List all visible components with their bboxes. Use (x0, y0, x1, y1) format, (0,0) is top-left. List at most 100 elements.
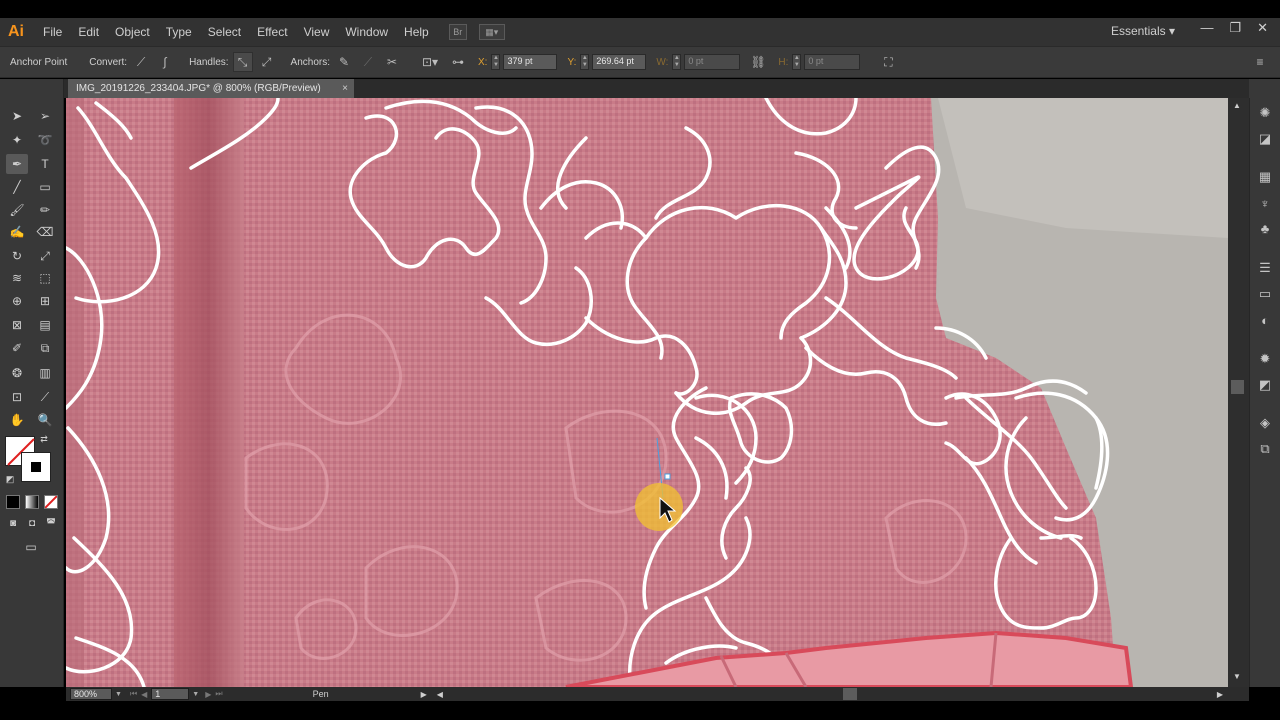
x-stepper[interactable]: ▲ ▼ (491, 54, 501, 70)
document-tab[interactable]: IMG_20191226_233404.JPG* @ 800% (RGB/Pre… (68, 79, 354, 98)
artboard-dropdown-icon[interactable]: ▼ (192, 691, 199, 698)
show-handles-icon[interactable]: ⤡ (232, 52, 253, 72)
workspace-switcher[interactable]: Essentials ▾ (1111, 24, 1175, 38)
pen-tool-icon[interactable]: ✒ (6, 154, 28, 174)
screen-mode-icon[interactable]: ▭ (19, 539, 43, 555)
line-tool-icon[interactable]: ╱ (6, 177, 28, 197)
type-tool-icon[interactable]: T (34, 154, 56, 174)
graphic-styles-icon[interactable]: ◩ (1256, 376, 1274, 394)
symbols-icon[interactable]: ♣ (1256, 219, 1274, 237)
artboard-field[interactable]: 1 (151, 688, 190, 700)
h-input[interactable]: 0 pt (804, 54, 861, 70)
previous-artboard-icon[interactable]: ◀ (141, 690, 147, 699)
draw-normal-icon[interactable]: ◙ (5, 515, 21, 531)
minimize-icon[interactable]: — (1200, 20, 1213, 36)
menu-help[interactable]: Help (396, 25, 437, 39)
vertical-scrollbar[interactable]: ▲ ▼ (1228, 98, 1249, 687)
draw-inside-icon[interactable]: ◚ (43, 515, 59, 531)
eyedropper-tool-icon[interactable]: ✐ (6, 338, 28, 358)
arrange-documents-icon[interactable]: ▦▾ (478, 24, 505, 40)
convert-to-smooth-icon[interactable]: ∫ (155, 52, 175, 72)
eraser-tool-icon[interactable]: ⌫ (34, 222, 56, 242)
shape-builder-tool-icon[interactable]: ⊕ (6, 291, 28, 311)
brushes-icon[interactable]: ♆ (1256, 194, 1274, 212)
menu-view[interactable]: View (296, 25, 338, 39)
paintbrush-tool-icon[interactable]: 🖌 (6, 200, 28, 220)
symbol-sprayer-tool-icon[interactable]: ❂ (6, 363, 28, 383)
color-mode-icon[interactable] (6, 495, 20, 509)
none-mode-icon[interactable] (44, 495, 58, 509)
draw-behind-icon[interactable]: ◘ (24, 515, 40, 531)
color-icon[interactable]: ◪ (1256, 130, 1274, 148)
constrain-proportions-icon[interactable]: ⛓ (748, 52, 768, 72)
panel-menu-icon[interactable]: ≡ (1250, 52, 1270, 72)
close-icon[interactable]: ✕ (1257, 20, 1268, 36)
width-tool-icon[interactable]: ≋ (6, 268, 28, 288)
zoom-dropdown-icon[interactable]: ▼ (115, 691, 122, 698)
scroll-left-icon[interactable]: ◀ (437, 690, 443, 699)
layers-icon[interactable]: ◈ (1256, 414, 1274, 432)
menu-effect[interactable]: Effect (249, 25, 295, 39)
scroll-down-icon[interactable]: ▼ (1233, 672, 1241, 681)
w-input[interactable]: 0 pt (684, 54, 741, 70)
gradient-tool-icon[interactable]: ▤ (34, 315, 56, 335)
magic-wand-tool-icon[interactable]: ✦ (6, 130, 28, 150)
mesh-tool-icon[interactable]: ⊠ (6, 315, 28, 335)
close-tab-icon[interactable]: × (342, 83, 348, 94)
stroke-icon[interactable]: ☰ (1256, 259, 1274, 277)
last-artboard-icon[interactable]: ⏭ (215, 689, 222, 699)
scale-tool-icon[interactable]: ⤢ (34, 246, 56, 266)
artboard-canvas[interactable] (66, 98, 1228, 687)
artboard-tool-icon[interactable]: ⊡ (6, 387, 28, 407)
align-to-icon[interactable]: ⊡▾ (420, 52, 440, 72)
hide-handles-icon[interactable]: ⤢ (257, 52, 277, 72)
gradient-mode-icon[interactable] (25, 495, 39, 509)
rectangle-tool-icon[interactable]: ▭ (34, 177, 56, 197)
pencil-tool-icon[interactable]: ✏ (34, 200, 56, 220)
zoom-field[interactable]: 800% (70, 688, 112, 700)
selection-tool-icon[interactable]: ➤ (6, 106, 28, 126)
free-transform-tool-icon[interactable]: ⬚ (34, 268, 56, 288)
first-artboard-icon[interactable]: ⏮ (130, 689, 137, 699)
perspective-grid-tool-icon[interactable]: ⊞ (34, 291, 56, 311)
vertical-scroll-thumb[interactable] (1231, 380, 1244, 394)
transparency-icon[interactable]: ◐ (1256, 311, 1274, 329)
convert-to-corner-icon[interactable]: ⟋ (131, 52, 151, 72)
gradient-icon[interactable]: ▭ (1256, 285, 1274, 303)
scroll-up-icon[interactable]: ▲ (1233, 101, 1241, 110)
restore-icon[interactable]: ❐ (1229, 20, 1241, 36)
stroke-swatch[interactable] (21, 452, 51, 482)
swatches-icon[interactable]: ▦ (1256, 168, 1274, 186)
cut-path-icon[interactable]: ✂ (382, 52, 402, 72)
appearance-icon[interactable]: ✹ (1256, 350, 1274, 368)
h-stepper[interactable]: ▲ ▼ (792, 54, 802, 70)
blob-brush-tool-icon[interactable]: ✍ (6, 222, 28, 242)
menu-edit[interactable]: Edit (70, 25, 107, 39)
x-input[interactable]: 379 pt (503, 54, 558, 70)
blend-tool-icon[interactable]: ⧉ (34, 338, 56, 358)
menu-type[interactable]: Type (158, 25, 200, 39)
swap-fill-stroke-icon[interactable]: ⇄ (38, 433, 50, 445)
column-graph-tool-icon[interactable]: ▥ (34, 363, 56, 383)
anchor-point[interactable] (664, 473, 671, 480)
connect-anchor-icon[interactable]: ⟋ (358, 52, 378, 72)
default-fill-stroke-icon[interactable]: ◩ (4, 473, 16, 485)
y-stepper[interactable]: ▲ ▼ (580, 54, 590, 70)
menu-select[interactable]: Select (200, 25, 249, 39)
horizontal-scroll-thumb[interactable] (843, 688, 857, 700)
bridge-icon[interactable]: Br (448, 24, 467, 40)
menu-window[interactable]: Window (337, 25, 396, 39)
isolate-selected-icon[interactable]: ⛶ (878, 52, 898, 72)
lasso-tool-icon[interactable]: ➰ (34, 130, 56, 150)
menu-file[interactable]: File (35, 25, 70, 39)
menu-object[interactable]: Object (107, 25, 158, 39)
slice-tool-icon[interactable]: ⟋ (34, 387, 56, 407)
artboards-icon[interactable]: ⧉ (1256, 440, 1274, 458)
hand-tool-icon[interactable]: ✋ (6, 410, 28, 430)
scroll-right-icon[interactable]: ▶ (1217, 690, 1223, 699)
remove-anchor-icon[interactable]: ✎ (334, 52, 354, 72)
zoom-tool-icon[interactable]: 🔍 (34, 410, 56, 430)
color-guide-icon[interactable]: ✺ (1256, 104, 1274, 122)
rotate-tool-icon[interactable]: ↻ (6, 246, 28, 266)
direct-selection-tool-icon[interactable]: ➢ (34, 106, 56, 126)
